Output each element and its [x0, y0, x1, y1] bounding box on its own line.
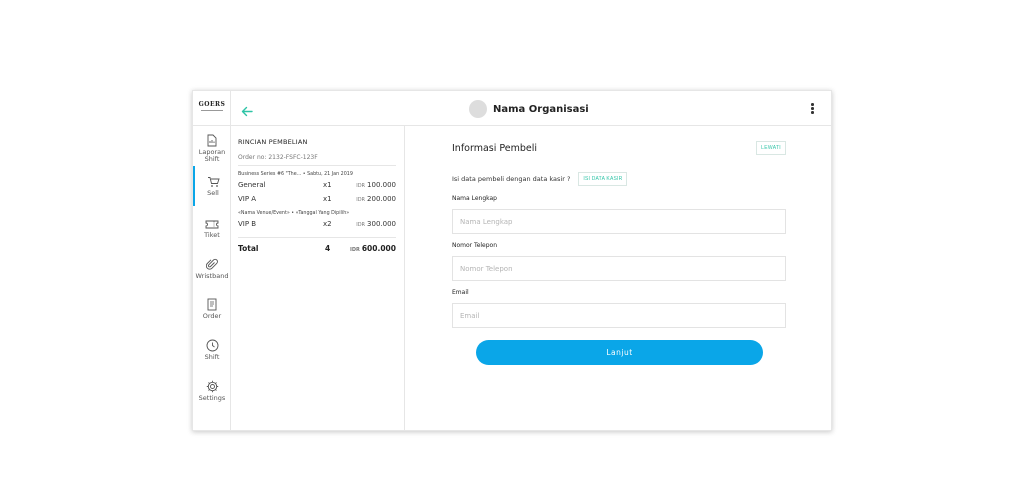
more-options-button[interactable] — [811, 103, 815, 115]
item-quantity: x1 — [323, 181, 332, 189]
cashier-data-question: Isi data pembeli dengan data kasir ? — [452, 175, 571, 183]
sidebar-item-order[interactable]: Order — [193, 298, 231, 320]
order-total-row: Total 4 IDR 600.000 — [238, 244, 396, 258]
total-price: IDR 600.000 — [349, 244, 396, 253]
app-window: GOERS Laporan Shift Sell Tiket Wristband… — [192, 90, 832, 431]
total-label: Total — [238, 244, 259, 253]
item-quantity: x1 — [323, 195, 332, 203]
full-name-input[interactable] — [452, 209, 786, 234]
order-summary-title: RINCIAN PEMBELIAN — [238, 138, 308, 146]
order-icon — [207, 298, 217, 311]
logo-text: GOERS — [198, 101, 226, 108]
clock-icon — [206, 339, 218, 352]
logo-underline — [201, 110, 223, 111]
report-icon — [207, 134, 217, 147]
item-name: VIP B — [238, 220, 257, 228]
phone-input[interactable] — [452, 256, 786, 281]
sidebar-item-shift[interactable]: Shift — [193, 339, 231, 361]
skip-button[interactable]: LEWATI — [756, 141, 786, 155]
order-number: Order no: 2132-FSFC-123F — [238, 154, 318, 161]
buyer-info-form: Informasi Pembeli LEWATI Isi data pembel… — [452, 141, 786, 365]
email-input[interactable] — [452, 303, 786, 328]
back-button[interactable] — [241, 102, 253, 121]
full-name-label: Nama Lengkap — [452, 195, 497, 202]
item-name: General — [238, 181, 266, 189]
order-item-row: VIP A x1 IDR 200.000 — [238, 194, 396, 208]
sidebar-item-settings[interactable]: Settings — [193, 380, 231, 402]
top-bar: Nama Organisasi — [231, 91, 831, 126]
order-item-row: VIP B x2 IDR 300.000 — [238, 219, 396, 233]
organization-switcher[interactable]: Nama Organisasi — [469, 99, 589, 119]
email-label: Email — [452, 289, 469, 296]
divider — [238, 237, 396, 238]
sidebar-item-label: Order — [202, 312, 222, 320]
event-info: Business Series #6 "The... • Sabtu, 21 J… — [238, 172, 353, 177]
avatar — [469, 100, 487, 118]
item-price: IDR 200.000 — [356, 195, 396, 203]
app-logo[interactable]: GOERS — [193, 91, 231, 126]
arrow-left-icon — [241, 106, 253, 117]
kebab-menu-icon — [811, 103, 815, 114]
sidebar-item-label: Settings — [198, 394, 226, 402]
form-title: Informasi Pembeli — [452, 143, 538, 154]
divider — [238, 165, 396, 166]
sidebar-item-label: Sell — [207, 189, 219, 197]
item-quantity: x2 — [323, 220, 332, 228]
sidebar-item-label: Laporan Shift — [198, 148, 226, 163]
organization-name: Nama Organisasi — [493, 103, 589, 115]
sidebar-item-sell[interactable]: Sell — [193, 166, 231, 206]
paperclip-icon — [206, 258, 218, 270]
cashier-data-prompt: Isi data pembeli dengan data kasir ? ISI… — [452, 172, 628, 186]
sidebar-item-wristband[interactable]: Wristband — [193, 258, 231, 280]
gear-icon — [206, 380, 218, 393]
total-quantity: 4 — [325, 244, 331, 253]
sidebar-item-laporan-shift[interactable]: Laporan Shift — [193, 134, 231, 163]
event-info: «Nama Venue/Event» • «Tanggal Yang Dipil… — [238, 211, 350, 216]
sidebar-item-label: Tiket — [204, 231, 220, 239]
order-item-row: General x1 IDR 100.000 — [238, 180, 396, 194]
item-price: IDR 300.000 — [356, 220, 396, 228]
sidebar: GOERS Laporan Shift Sell Tiket Wristband… — [193, 91, 231, 430]
fill-cashier-data-button[interactable]: ISI DATA KASIR — [578, 172, 628, 186]
ticket-icon — [205, 220, 219, 229]
sidebar-item-tiket[interactable]: Tiket — [193, 219, 231, 239]
continue-button[interactable]: Lanjut — [476, 340, 763, 365]
phone-label: Nomor Telepon — [452, 242, 498, 249]
order-summary-panel: RINCIAN PEMBELIAN Order no: 2132-FSFC-12… — [231, 126, 405, 430]
item-price: IDR 100.000 — [356, 181, 396, 189]
cart-icon — [207, 177, 220, 187]
sidebar-item-label: Shift — [204, 353, 220, 361]
item-name: VIP A — [238, 195, 257, 203]
sidebar-item-label: Wristband — [195, 272, 229, 280]
